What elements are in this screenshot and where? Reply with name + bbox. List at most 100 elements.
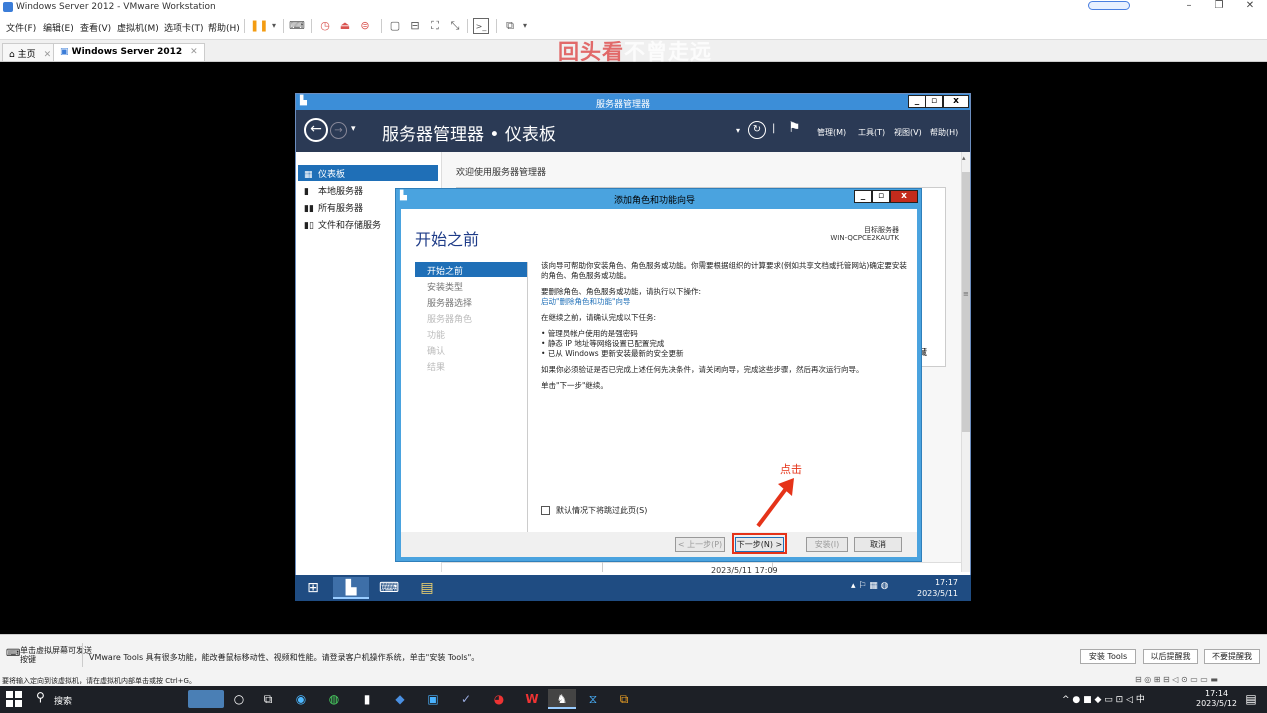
remove-roles-link[interactable]: 启动"删除角色和功能"向导 [541, 297, 911, 307]
bullet-item: • 静态 IP 地址等网络设置已配置完成 [541, 339, 665, 348]
menu-view[interactable]: 视图(V) [894, 127, 922, 138]
target-server-value: WIN-QCPCE2KAUTK [830, 234, 899, 242]
taskbar-search[interactable]: ⚲ 搜索 [30, 686, 180, 713]
skip-page-checkbox[interactable]: 默认情况下将跳过此页(S) [541, 505, 647, 516]
forward-arrow-icon[interactable]: → [330, 122, 347, 139]
tab-vm[interactable]: ▣ Windows Server 2012 ✕ [53, 43, 205, 61]
app-gradient-icon[interactable]: ⧖ [582, 689, 604, 709]
close-icon[interactable]: x [890, 190, 918, 203]
step-before-you-begin[interactable]: 开始之前 [415, 262, 527, 277]
notification-pill[interactable] [1088, 1, 1130, 10]
cancel-button[interactable]: 取消 [854, 537, 902, 552]
minimize-icon[interactable]: _ [908, 95, 926, 108]
remind-later-button[interactable]: 以后提醒我 [1143, 649, 1198, 664]
revert-snapshot-icon[interactable]: ⏏ [337, 18, 353, 34]
close-icon[interactable]: x [943, 95, 969, 108]
minimize-icon[interactable]: _ [854, 190, 872, 203]
menu-view[interactable]: 查看(V) [80, 21, 111, 34]
menu-edit[interactable]: 编辑(E) [43, 21, 74, 34]
fit-icon[interactable]: ⛶ [427, 18, 443, 34]
step-installation-type[interactable]: 安装类型 [415, 278, 527, 293]
send-keys-icon[interactable]: ⌨ [289, 18, 305, 34]
snapshot-icon[interactable]: ◷ [317, 18, 333, 34]
scrollbar-thumb[interactable] [962, 172, 970, 432]
welcome-text: 欢迎使用服务器管理器 [456, 168, 547, 178]
checkbox-icon[interactable] [541, 506, 550, 515]
wechat-icon[interactable]: ◍ [323, 689, 345, 709]
netease-music-icon[interactable]: ◕ [488, 689, 510, 709]
menu-help[interactable]: 帮助(H) [208, 21, 240, 34]
unity-icon[interactable]: ⊟ [407, 18, 423, 34]
cortana-icon[interactable]: ○ [228, 689, 250, 709]
scrollbar[interactable]: ▴ ≡ [961, 152, 970, 572]
stretch-icon[interactable]: ⤡ [447, 18, 463, 34]
view-icon[interactable]: ⧉ [502, 18, 518, 34]
console-icon[interactable]: >_ [473, 18, 489, 34]
chevron-down-icon[interactable]: ▾ [736, 126, 740, 135]
dont-remind-button[interactable]: 不要提醒我 [1204, 649, 1260, 664]
app-k-icon[interactable]: ◆ [389, 689, 411, 709]
server-manager-icon: ▙ [400, 191, 407, 201]
host-clock[interactable]: 17:14 2023/5/12 [1196, 689, 1237, 709]
pause-icon[interactable]: ❚❚ [250, 18, 268, 34]
guest-tray[interactable]: ▴ ⚐ ▦ ◍ [851, 581, 889, 591]
maximize-icon[interactable]: ▫ [925, 95, 943, 108]
snapshot-manager-icon[interactable]: ⊜ [357, 18, 373, 34]
click-hint: 单击虚拟屏幕可发送按键 [20, 646, 92, 664]
flag-icon[interactable]: ⚑ [788, 120, 801, 136]
bullet-item: • 已从 Windows 更新安装最新的安全更新 [541, 349, 684, 358]
menu-file[interactable]: 文件(F) [6, 21, 36, 34]
step-server-roles: 服务器角色 [427, 315, 473, 325]
install-button[interactable]: 安装(I) [806, 537, 848, 552]
back-arrow-icon[interactable]: ← [304, 118, 328, 142]
notification-icon[interactable]: ▤ [1240, 689, 1262, 709]
close-icon[interactable]: ✕ [44, 50, 52, 60]
menu-tabs[interactable]: 选项卡(T) [164, 21, 204, 34]
menu-manage[interactable]: 管理(M) [817, 127, 846, 138]
windows-start-icon[interactable]: ⊞ [295, 577, 331, 599]
menu-vm[interactable]: 虚拟机(M) [117, 21, 159, 34]
intro-text: 该向导可帮助你安装角色、角色服务或功能。你需要根据组织的计算要求(例如共享文档或… [541, 261, 907, 280]
chevron-down-icon[interactable]: ▾ [266, 18, 282, 34]
server-manager-titlebar: ▙ 服务器管理器 _ ▫ x [296, 94, 970, 110]
sidebar-item-dashboard[interactable]: ▦ 仪表板 [298, 165, 438, 181]
menu-help[interactable]: 帮助(H) [930, 127, 958, 138]
folder-icon[interactable]: ▤ [409, 577, 445, 599]
powershell-icon[interactable]: ⌨ [371, 577, 407, 599]
tab-home[interactable]: ⌂ 主页 ✕ [2, 43, 59, 61]
step-server-selection[interactable]: 服务器选择 [415, 294, 527, 309]
menu-tools[interactable]: 工具(T) [858, 127, 885, 138]
vmware-icon[interactable]: ⧉ [613, 689, 635, 709]
restore-icon[interactable]: ❐ [1206, 0, 1232, 11]
chevron-down-icon[interactable]: ▾ [351, 124, 356, 134]
server-manager-icon: ▙ [300, 96, 307, 106]
windows-start-icon[interactable] [6, 691, 22, 707]
maximize-icon[interactable]: ▫ [872, 190, 890, 203]
wps-icon[interactable]: W [521, 689, 543, 709]
previous-button[interactable]: < 上一步(P) [675, 537, 725, 552]
close-icon[interactable]: ✕ [1237, 0, 1263, 11]
minimize-icon[interactable]: – [1176, 0, 1202, 11]
breadcrumb: 服务器管理器 • 仪表板 [382, 125, 556, 145]
server-manager-header: ← → ▾ 服务器管理器 • 仪表板 ▾ ↻ | ⚑ 管理(M) 工具(T) 视… [296, 110, 970, 152]
windows-taskbar: ⚲ 搜索 ○ ⧉ ◉ ◍ ▮ ◆ ▣ ✓ ◕ W ♞ ⧖ ⧉ ^ ● ■ ◆ ▭… [0, 686, 1267, 713]
chevron-up-icon[interactable]: ▴ [962, 154, 966, 162]
file-icon[interactable]: ▮ [356, 689, 378, 709]
system-tray[interactable]: ^ ● ■ ◆ ▭ ⊡ ◁ 中 [1062, 692, 1145, 705]
search-icon: ⚲ [36, 690, 45, 704]
server-manager-taskbar-icon[interactable]: ▙ [333, 577, 369, 599]
close-icon[interactable]: ✕ [190, 47, 198, 57]
guest-clock[interactable]: 17:17 2023/5/11 [917, 577, 958, 599]
next-button[interactable]: 下一步(N) > [735, 537, 784, 552]
edge-icon[interactable]: ◉ [290, 689, 312, 709]
install-tools-button[interactable]: 安装 Tools [1080, 649, 1136, 664]
app-active-icon[interactable]: ♞ [548, 689, 576, 709]
fullscreen-icon[interactable]: ▢ [387, 18, 403, 34]
chevron-down-icon[interactable]: ▾ [517, 18, 533, 34]
app-blue-icon[interactable]: ▣ [422, 689, 444, 709]
steam-icon[interactable]: ✓ [455, 689, 477, 709]
refresh-icon[interactable]: ↻ [748, 121, 766, 139]
step-features: 功能 [427, 331, 446, 341]
device-icons[interactable]: ⊟ ◎ ⊞ ⊟ ◁ ⊙ ▭ ▭ ▬ [1135, 675, 1218, 684]
task-view-icon[interactable]: ⧉ [257, 689, 279, 709]
